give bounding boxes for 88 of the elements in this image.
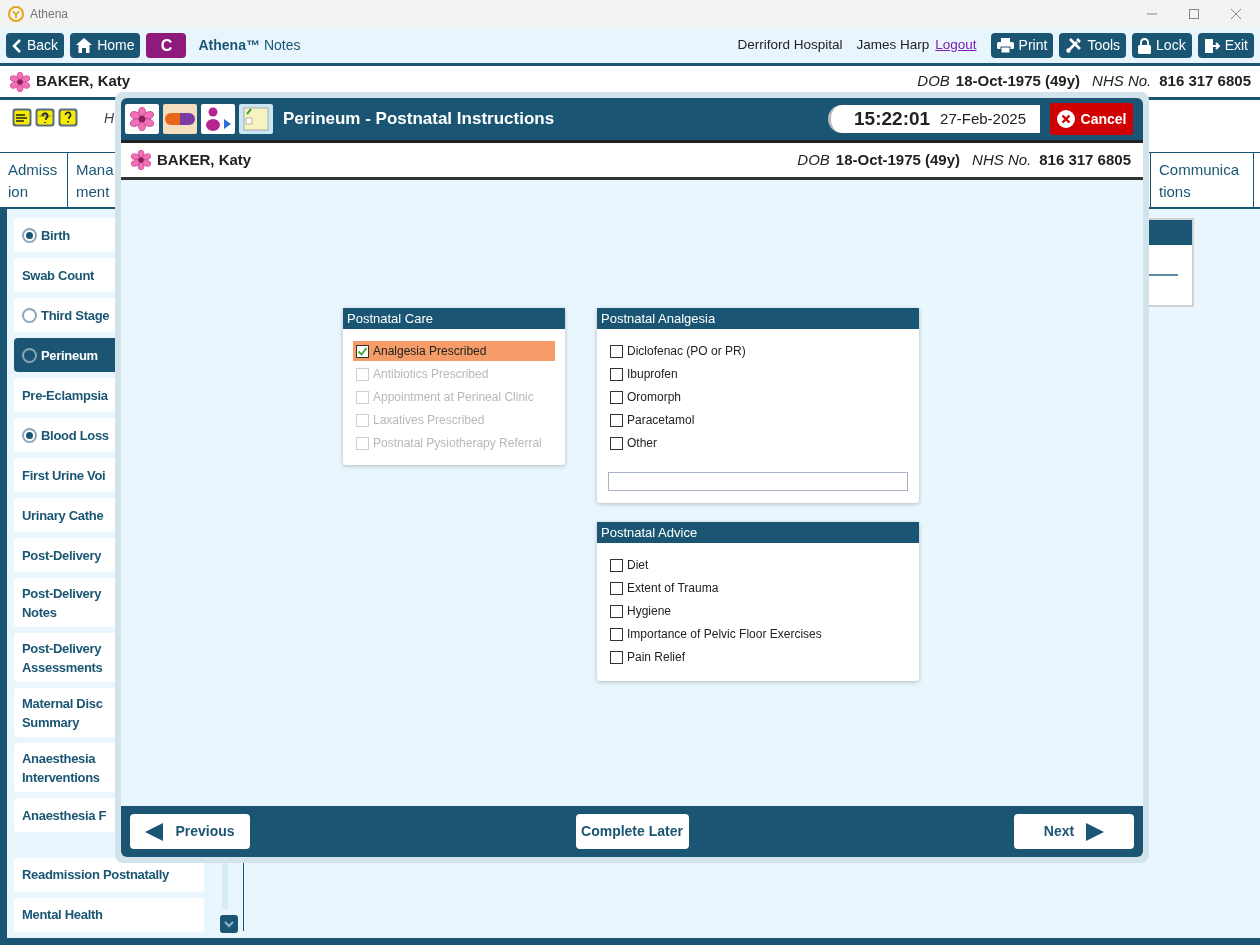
checkbox <box>356 436 369 450</box>
nhs-label: NHS No. <box>972 149 1032 170</box>
checkbox <box>610 413 623 427</box>
tools-button[interactable]: Tools <box>1059 33 1127 58</box>
question-icon[interactable] <box>58 108 78 127</box>
next-button[interactable]: Next <box>1014 814 1134 849</box>
checkbox-option[interactable]: Diet <box>607 555 909 575</box>
card-header: Postnatal Analgesia <box>597 308 919 329</box>
checkbox <box>610 390 623 404</box>
app-logo-icon <box>8 6 24 22</box>
dob-label: DOB <box>797 149 830 170</box>
triangle-left-icon <box>145 822 164 841</box>
lock-button[interactable]: Lock <box>1132 33 1192 58</box>
date-text: 27-Feb-2025 <box>940 108 1026 129</box>
checkbox-option[interactable]: Extent of Trauma <box>607 578 909 598</box>
letter-button[interactable]: C <box>146 33 187 58</box>
pill-icon[interactable] <box>163 104 197 134</box>
home-icon <box>76 38 93 53</box>
info-text: H <box>104 109 115 128</box>
sidebar-item[interactable]: Mental Health <box>14 898 204 932</box>
home-button[interactable]: Home <box>70 33 141 58</box>
close-icon[interactable] <box>1230 8 1242 20</box>
checkbox <box>610 344 623 358</box>
checkbox <box>610 436 623 450</box>
previous-button[interactable]: Previous <box>130 814 250 849</box>
radio-icon <box>22 427 37 443</box>
printer-icon <box>996 38 1014 53</box>
checkbox-option[interactable]: Pain Relief <box>607 647 909 667</box>
lock-icon <box>1138 37 1152 54</box>
app-brand: Athena™ <box>198 36 260 55</box>
close-icon <box>1056 110 1075 128</box>
checkbox <box>610 367 623 381</box>
flower-icon[interactable] <box>125 104 159 134</box>
window-title: Athena <box>30 6 69 23</box>
radio-icon <box>22 307 37 323</box>
question-house-icon[interactable] <box>35 108 55 127</box>
sidebar-item[interactable]: Readmission Postnatally <box>14 858 204 892</box>
hospital-name: Derriford Hospital <box>737 36 843 55</box>
checkbox-option[interactable]: Diclofenac (PO or PR) <box>607 341 909 361</box>
logout-link[interactable]: Logout <box>935 35 977 56</box>
back-button[interactable]: Back <box>6 33 65 58</box>
input-field[interactable] <box>608 472 908 491</box>
print-button[interactable]: Print <box>990 33 1054 58</box>
nhs-value: 816 317 6805 <box>1159 71 1251 92</box>
chevron-left-icon <box>12 38 22 53</box>
cancel-button[interactable]: Cancel <box>1050 103 1133 135</box>
exit-button[interactable]: Exit <box>1197 33 1254 58</box>
checkbox-option[interactable]: Hygiene <box>607 601 909 621</box>
dialog-title: Perineum - Postnatal Instructions <box>283 108 555 131</box>
dob-value: 18-Oct-1975 (49y) <box>955 71 1081 92</box>
flower-icon <box>10 71 30 92</box>
checkbox-option[interactable]: Ibuprofen <box>607 364 909 384</box>
card-header: Postnatal Care <box>343 308 565 329</box>
patient-name: BAKER, Katy <box>157 149 252 170</box>
checkbox <box>610 581 623 595</box>
checkbox-option[interactable]: Other <box>607 433 909 453</box>
scroll-down-button[interactable] <box>220 915 238 933</box>
flower-icon <box>131 150 151 170</box>
checkbox <box>610 627 623 641</box>
checkbox <box>356 413 369 427</box>
card-header: Postnatal Advice <box>597 522 919 543</box>
patient-name: BAKER, Katy <box>36 71 131 92</box>
checkbox <box>610 558 623 572</box>
nhs-label: NHS No. <box>1092 71 1152 92</box>
app-name: Notes <box>263 36 301 55</box>
chevron-down-icon <box>224 920 234 928</box>
checkbox-option[interactable]: Analgesia Prescribed <box>353 341 555 361</box>
dob-value: 18-Oct-1975 (49y) <box>835 149 961 170</box>
checkbox <box>356 367 369 381</box>
exit-icon <box>1203 37 1220 54</box>
complete-later-button[interactable]: Complete Later <box>575 814 689 849</box>
dob-label: DOB <box>917 71 950 92</box>
checkbox <box>356 390 369 404</box>
maximize-icon[interactable] <box>1188 8 1200 20</box>
checkbox <box>610 604 623 618</box>
checkbox-option[interactable]: Importance of Pelvic Floor Exercises <box>607 624 909 644</box>
radio-icon <box>22 347 37 363</box>
checkbox-option[interactable]: Paracetamol <box>607 410 909 430</box>
tools-icon <box>1065 37 1083 54</box>
time-text: 15:22:01 <box>854 106 931 131</box>
checkbox <box>610 650 623 664</box>
nhs-value: 816 317 6805 <box>1039 149 1131 170</box>
triangle-right-icon <box>1086 822 1105 841</box>
radio-icon <box>22 227 37 243</box>
user-name: James Harp <box>856 36 930 55</box>
checkbox-option[interactable]: Oromorph <box>607 387 909 407</box>
hand-alert-icon[interactable] <box>12 108 32 127</box>
checkbox <box>356 344 369 358</box>
